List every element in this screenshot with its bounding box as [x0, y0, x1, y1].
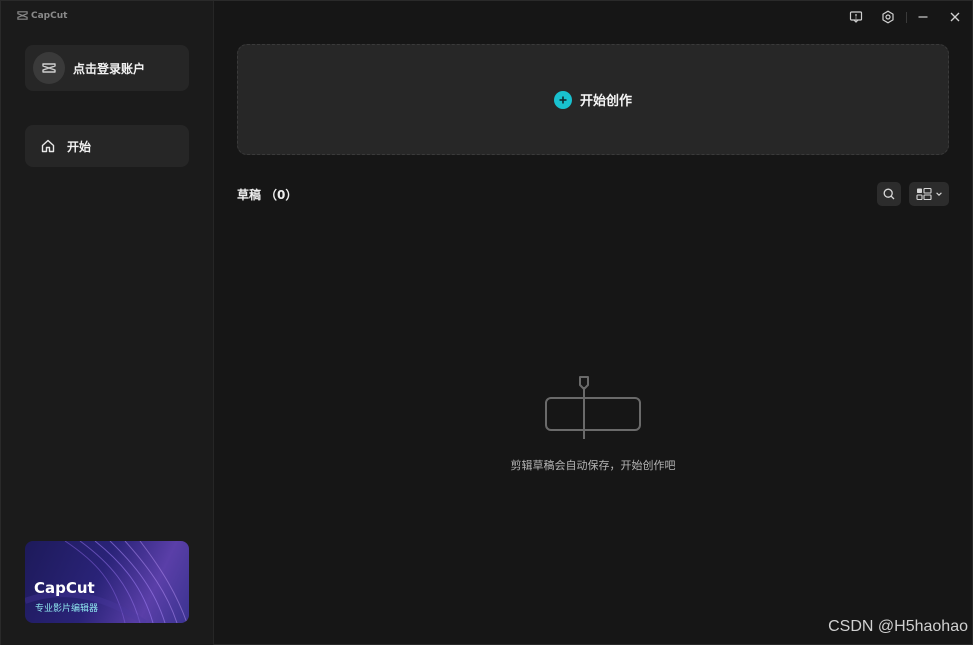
promo-subtitle: 专业影片编辑器 — [35, 604, 99, 614]
promo-title: CapCut — [34, 579, 95, 597]
drafts-title: 草稿 — [237, 188, 262, 202]
search-button[interactable] — [877, 182, 901, 206]
empty-state-message: 剪辑草稿会自动保存，开始创作吧 — [510, 459, 676, 472]
login-button[interactable]: 点击登录账户 — [25, 45, 189, 91]
minimize-icon — [918, 16, 928, 18]
feedback-button[interactable] — [846, 7, 866, 27]
drafts-count: （0） — [265, 188, 298, 202]
close-button[interactable] — [945, 7, 965, 27]
plus-circle-icon — [553, 90, 572, 109]
start-create-label: 开始创作 — [579, 94, 632, 109]
settings-button[interactable] — [878, 7, 898, 27]
promo-banner[interactable]: CapCut 专业影片编辑器 — [25, 541, 189, 623]
close-icon — [950, 12, 960, 22]
brand-name: CapCut — [31, 10, 68, 21]
login-label: 点击登录账户 — [73, 61, 146, 76]
grid-view-icon — [915, 187, 932, 201]
avatar — [33, 52, 65, 84]
start-create-button[interactable]: 开始创作 — [237, 44, 949, 155]
chevron-down-icon — [935, 192, 942, 196]
home-icon — [41, 139, 55, 153]
capcut-avatar-icon — [42, 63, 56, 73]
drafts-heading: 草稿 （0） — [237, 186, 297, 203]
feedback-icon — [849, 11, 863, 23]
empty-drafts-illustration — [545, 376, 641, 439]
minimize-button[interactable] — [913, 7, 933, 27]
titlebar-divider — [906, 12, 907, 23]
sidebar: CapCut 点击登录账户 开始 CapCut 专业影片编辑器 — [1, 1, 214, 645]
brand-logo: CapCut — [17, 10, 67, 21]
sidebar-item-label: 开始 — [67, 139, 92, 154]
view-mode-dropdown[interactable] — [909, 182, 949, 206]
app-window: CapCut 点击登录账户 开始 CapCut 专业影片编辑器 开始创作 草稿 … — [0, 0, 973, 645]
sidebar-item-home[interactable]: 开始 — [25, 125, 189, 167]
capcut-logo-icon — [17, 11, 28, 20]
watermark: CSDN @H5haohao — [828, 618, 968, 635]
search-icon — [883, 188, 895, 200]
settings-icon — [882, 10, 894, 24]
plus-icon — [559, 96, 567, 103]
